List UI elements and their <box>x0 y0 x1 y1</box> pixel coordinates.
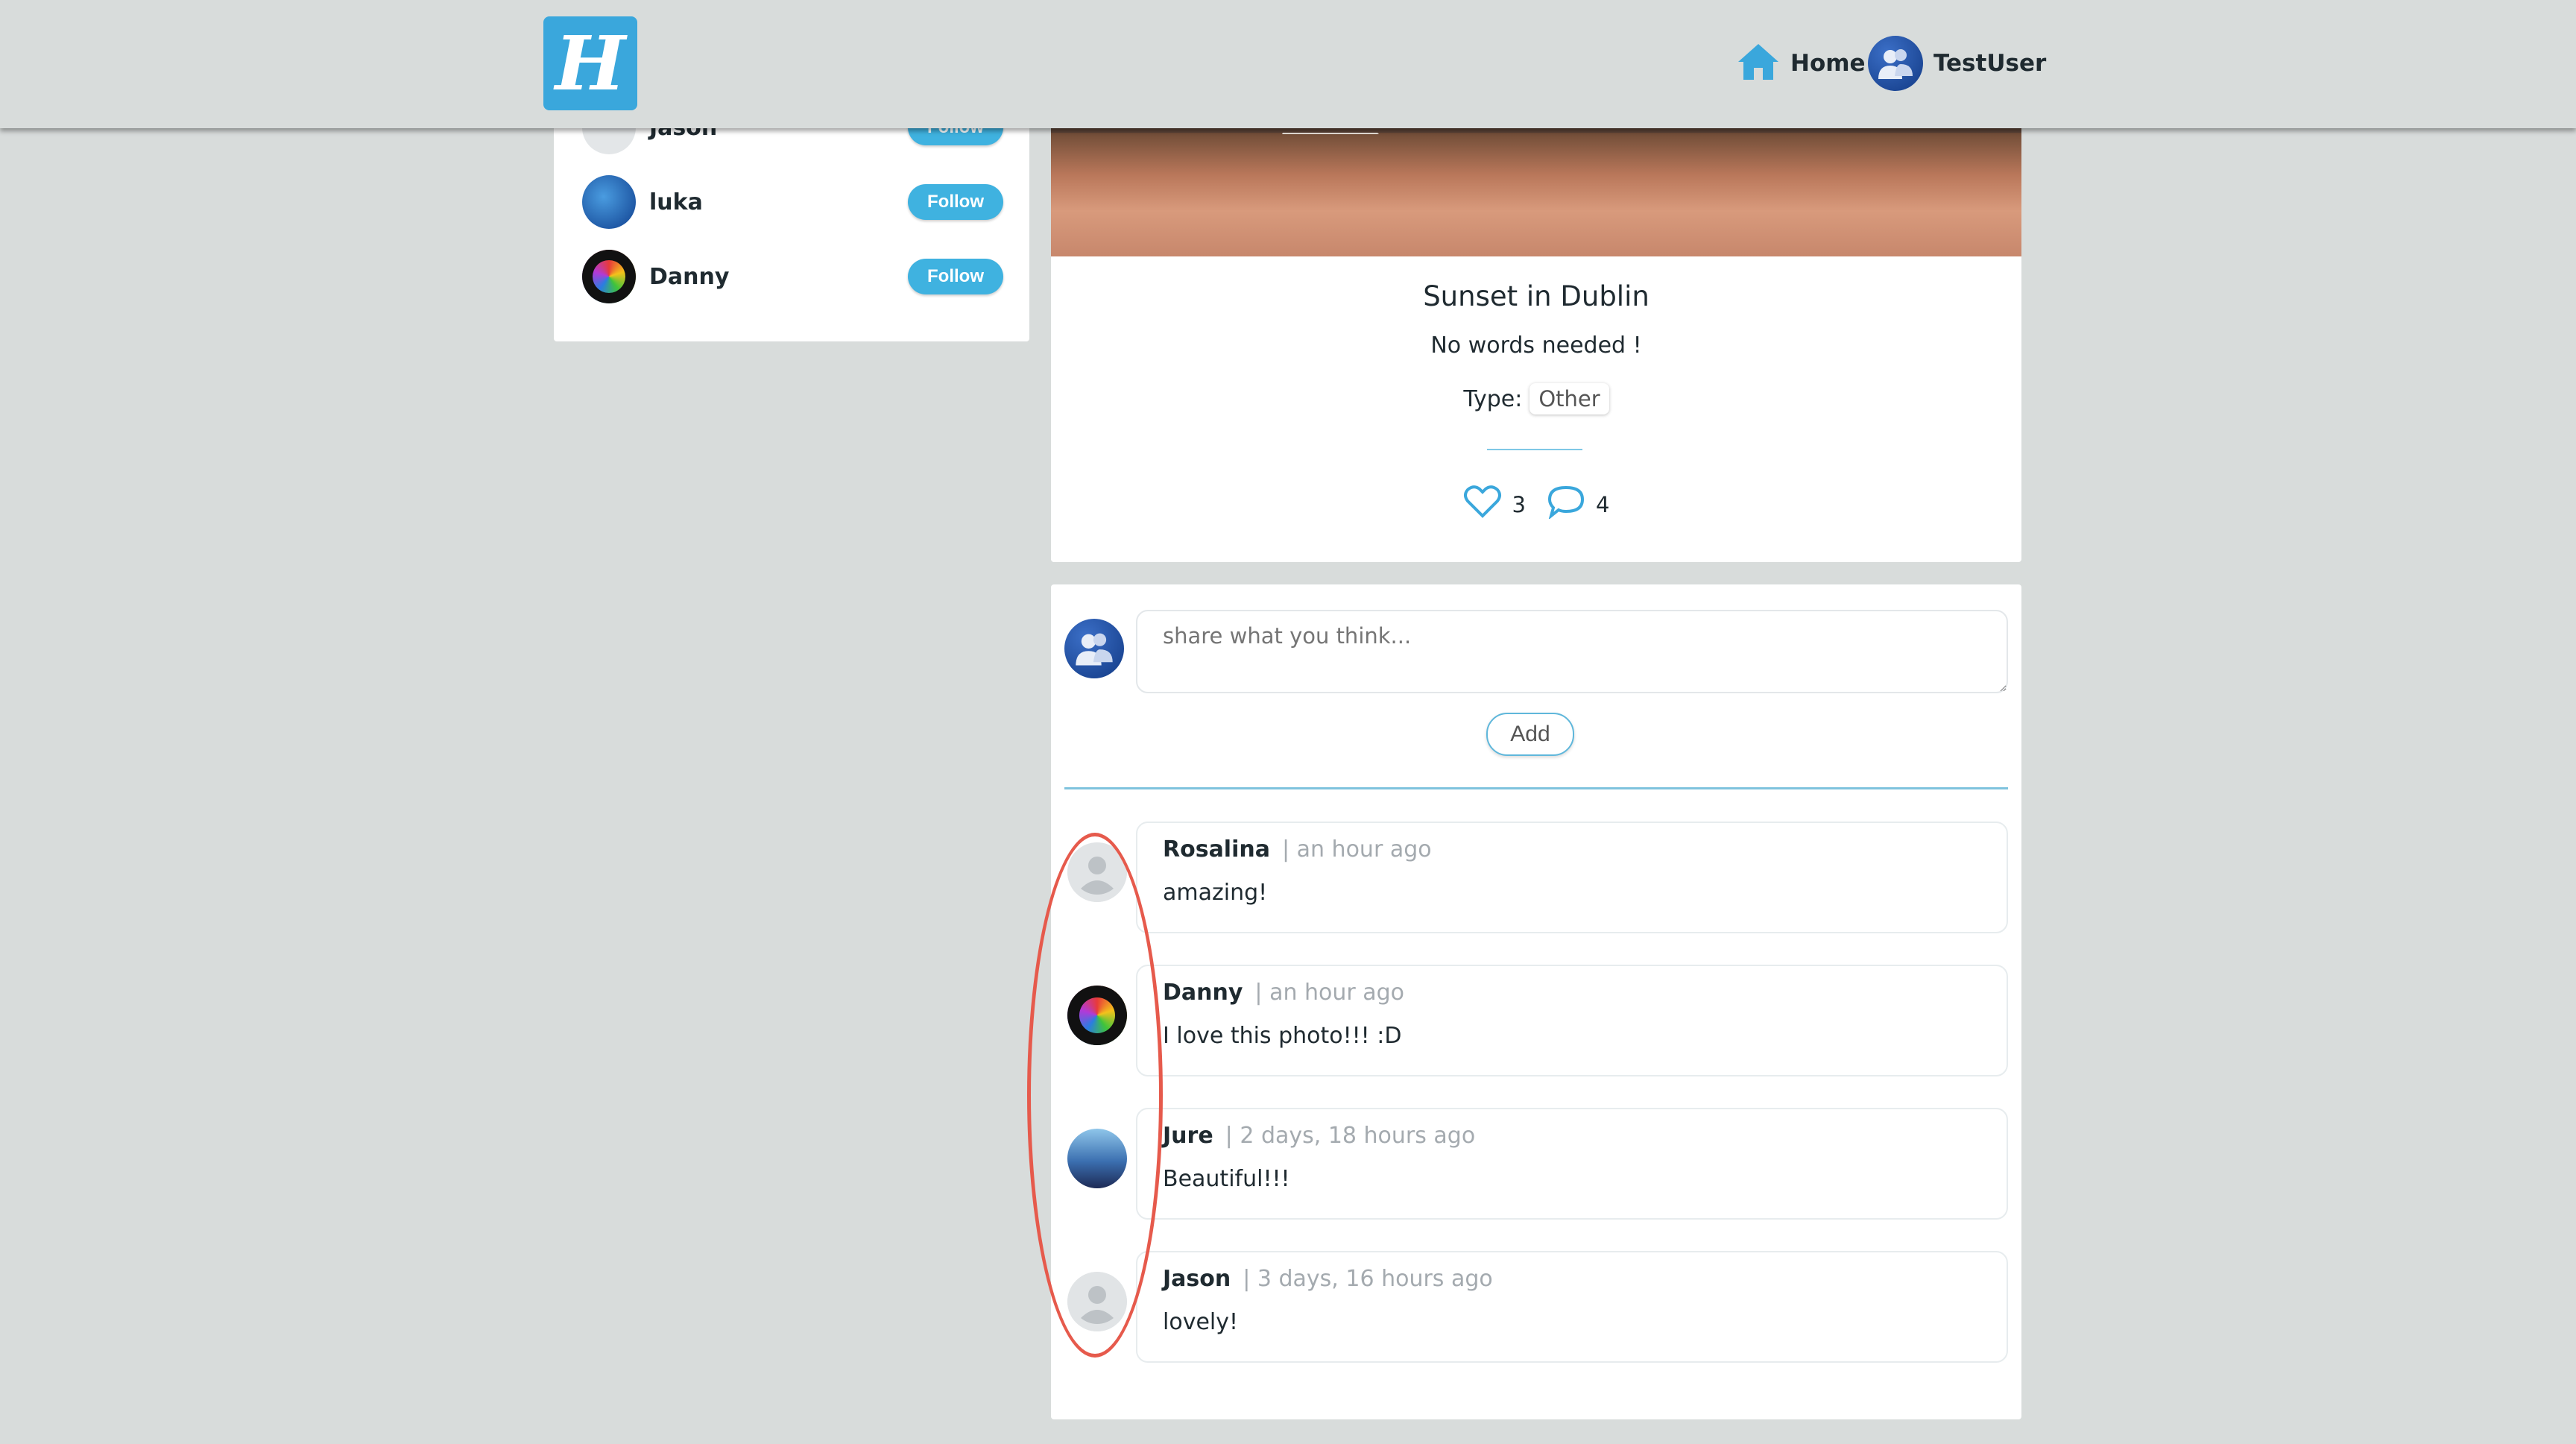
top-navbar: H Home TestUser <box>0 0 2576 128</box>
comment-timestamp: | 3 days, 16 hours ago <box>1243 1266 1493 1292</box>
post-card: Sunset in Dublin No words needed ! Type:… <box>1051 75 2021 562</box>
add-comment-button[interactable]: Add <box>1486 713 1574 756</box>
follow-item: luka Follow <box>582 174 1003 230</box>
user-name: TestUser <box>1933 50 2047 77</box>
comment-item: Rosalina | an hour ago amazing! <box>1064 822 2008 933</box>
comments-card: Add Rosalina | an hour ago amazing! Dann… <box>1051 584 2021 1419</box>
comment-bubble: Jure | 2 days, 18 hours ago Beautiful!!! <box>1136 1108 2008 1220</box>
comment-header: Rosalina | an hour ago <box>1163 836 1432 863</box>
comment-text: Beautiful!!! <box>1163 1166 1290 1192</box>
post-stats: 3 4 <box>1051 485 2021 524</box>
post-type-badge[interactable]: Other <box>1530 383 1609 414</box>
comments-count: 4 <box>1596 491 1610 517</box>
comment-item: Danny | an hour ago I love this photo!!!… <box>1064 965 2008 1076</box>
post-type: Type: Other <box>1051 383 2021 414</box>
post-type-label: Type: <box>1463 385 1523 412</box>
app-logo[interactable]: H <box>543 16 637 110</box>
comment-bubble: Danny | an hour ago I love this photo!!!… <box>1136 965 2008 1076</box>
likes-count: 3 <box>1512 491 1526 517</box>
post-description: No words needed ! <box>1430 332 1642 359</box>
user-menu[interactable]: TestUser <box>1868 36 2046 91</box>
follow-name: luka <box>649 189 703 215</box>
comment-icon[interactable] <box>1547 485 1585 524</box>
default-avatar-icon <box>1067 842 1127 902</box>
comment-timestamp: | an hour ago <box>1281 836 1432 863</box>
heart-icon[interactable] <box>1463 485 1502 524</box>
home-label: Home <box>1790 50 1866 77</box>
comment-header: Jure | 2 days, 18 hours ago <box>1163 1123 1475 1149</box>
comment-timestamp: | an hour ago <box>1254 980 1405 1006</box>
comment-bubble: Jason | 3 days, 16 hours ago lovely! <box>1136 1251 2008 1363</box>
comment-text: I love this photo!!! :D <box>1163 1023 1402 1049</box>
comment-input[interactable] <box>1136 610 2008 693</box>
comment-item: Jure | 2 days, 18 hours ago Beautiful!!! <box>1064 1108 2008 1220</box>
comment-author[interactable]: Jure <box>1163 1123 1213 1149</box>
avatar <box>1067 986 1127 1045</box>
comment-text: amazing! <box>1163 880 1268 906</box>
avatar <box>582 175 636 229</box>
comment-item: Jason | 3 days, 16 hours ago lovely! <box>1064 1251 2008 1363</box>
comment-text: lovely! <box>1163 1309 1239 1335</box>
comment-author[interactable]: Rosalina <box>1163 836 1270 863</box>
logo-letter: H <box>555 19 626 107</box>
comment-timestamp: | 2 days, 18 hours ago <box>1225 1123 1476 1149</box>
follow-button[interactable]: Follow <box>908 259 1003 294</box>
follow-button[interactable]: Follow <box>908 184 1003 220</box>
comment-author[interactable]: Danny <box>1163 980 1243 1006</box>
avatar <box>582 250 636 303</box>
composer-avatar <box>1064 619 1124 678</box>
home-link[interactable]: Home <box>1737 39 1866 88</box>
comment-author[interactable]: Jason <box>1163 1266 1231 1292</box>
follow-name: Danny <box>649 263 730 290</box>
default-avatar-icon <box>1067 1272 1127 1331</box>
avatar <box>1067 1129 1127 1188</box>
post-divider <box>1487 449 1582 450</box>
home-icon <box>1737 42 1780 84</box>
post-title: Sunset in Dublin <box>1423 280 1650 312</box>
comments-divider <box>1064 787 2008 789</box>
comment-header: Jason | 3 days, 16 hours ago <box>1163 1266 1493 1292</box>
follow-item: Danny Follow <box>582 249 1003 304</box>
comment-header: Danny | an hour ago <box>1163 980 1404 1006</box>
comment-bubble: Rosalina | an hour ago amazing! <box>1136 822 2008 933</box>
user-avatar <box>1868 36 1923 91</box>
